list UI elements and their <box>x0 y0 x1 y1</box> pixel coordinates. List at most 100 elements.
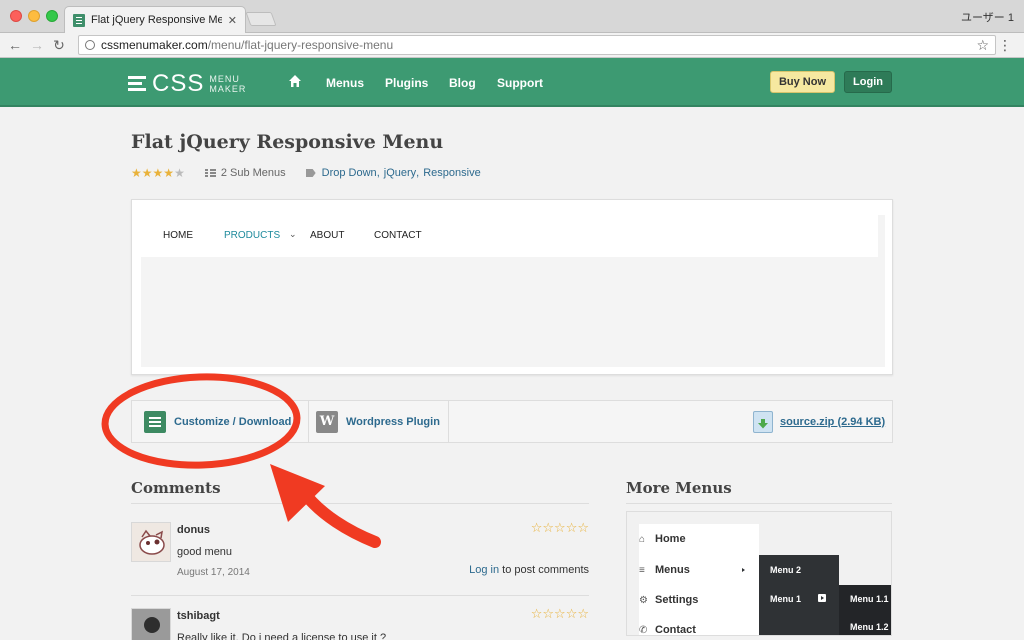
wordpress-plugin-button[interactable]: W Wordpress Plugin <box>316 401 440 442</box>
login-link[interactable]: Log in <box>469 564 499 576</box>
sample-menu-label: Home <box>655 533 686 545</box>
star-icon: ★ <box>141 166 153 180</box>
more-menu-preview[interactable]: ⌂ Home ≡ Menus ⚙ Settings ✆ Contact Menu 2 M… <box>626 511 892 636</box>
sub-menus-count: 2 Sub Menus <box>220 167 286 179</box>
logo-text: CSS <box>152 70 205 97</box>
profile-user-label[interactable]: ユーザー 1 <box>961 9 1014 25</box>
page-info-icon[interactable] <box>85 40 95 50</box>
demo-item-contact[interactable]: CONTACT <box>374 230 422 241</box>
sample-menu-label: Menus <box>655 564 690 576</box>
demo-item-home[interactable]: HOME <box>163 230 193 241</box>
sample-menu-item-settings: ⚙ Settings <box>639 594 698 606</box>
comment-author[interactable]: donus <box>177 524 210 536</box>
star-icon: ★ <box>131 166 142 180</box>
tab-title: Flat jQuery Responsive Menu | <box>91 14 222 26</box>
download-icon <box>753 410 773 433</box>
sample-submenu-label: Menu 1.1 <box>850 594 889 604</box>
close-window-button[interactable] <box>10 10 22 22</box>
nav-plugins[interactable]: Plugins <box>385 76 428 90</box>
nav-support[interactable]: Support <box>497 76 543 90</box>
minimize-window-button[interactable] <box>28 10 40 22</box>
sample-menu-item-contact: ✆ Contact <box>639 624 696 636</box>
star-icon: ☆ <box>577 520 589 535</box>
source-zip-label: source.zip (2.94 KB) <box>780 415 886 428</box>
chevron-down-icon: ⌄ <box>289 229 297 239</box>
tag-icon <box>305 169 316 177</box>
sample-submenu-label: Menu 1.2 <box>850 622 889 632</box>
home-icon: ⌂ <box>639 533 646 545</box>
logo-subtext-bottom: MAKER <box>209 84 247 94</box>
tag-link-responsive[interactable]: Responsive <box>423 167 480 179</box>
bookmark-star-icon[interactable]: ☆ <box>976 37 989 54</box>
browser-toolbar: ← → ↻ cssmenumaker.com /menu/flat-jquery… <box>0 33 1024 58</box>
site-logo[interactable]: CSS MENU MAKER <box>128 70 246 98</box>
tag-link-jquery[interactable]: jQuery <box>384 167 416 179</box>
rating-stars[interactable]: ★ ★ ★ ★ ★ <box>131 167 185 179</box>
zoom-window-button[interactable] <box>46 10 58 22</box>
forward-arrow-icon[interactable]: → <box>28 36 46 54</box>
comment-text: Really like it. Do i need a license to u… <box>177 632 387 640</box>
submenu-arrow-icon <box>818 594 826 602</box>
tag-separator: , <box>376 167 380 179</box>
divider <box>626 503 892 504</box>
avatar <box>131 608 171 640</box>
comment-item: donus good menu August 17, 2014 ☆ ☆ ☆ ☆ … <box>131 520 589 592</box>
star-icon: ★ <box>174 166 185 180</box>
nav-blog[interactable]: Blog <box>449 76 476 90</box>
sample-submenu-label: Menu 2 <box>770 565 802 575</box>
nav-menus[interactable]: Menus <box>326 76 364 90</box>
menu-meta-row: ★ ★ ★ ★ ★ 2 Sub Menus Drop Down, jQuery,… <box>131 167 481 179</box>
menu-builder-icon <box>144 410 166 433</box>
browser-menu-icon[interactable]: ⋮ <box>998 37 1012 54</box>
star-icon: ☆ <box>577 606 589 621</box>
star-icon: ☆ <box>554 606 566 621</box>
comment-rating-stars: ☆ ☆ ☆ ☆ ☆ <box>531 606 589 621</box>
sample-menu-label: Settings <box>655 594 699 606</box>
star-icon: ☆ <box>565 606 578 621</box>
gear-icon: ⚙ <box>639 594 648 606</box>
wordpress-icon: W <box>316 410 338 433</box>
address-bar[interactable]: cssmenumaker.com /menu/flat-jquery-respo… <box>78 35 996 55</box>
star-icon: ☆ <box>565 520 578 535</box>
submenu-arrow-icon <box>739 566 747 574</box>
login-suffix: to post comments <box>499 564 589 576</box>
demo-menu-bar: HOME PRODUCTS ⌄ ABOUT CONTACT <box>139 215 878 257</box>
url-path: /menu/flat-jquery-responsive-menu <box>207 38 394 52</box>
hamburger-icon: ≡ <box>639 564 645 576</box>
customize-download-button[interactable]: Customize / Download <box>144 401 291 442</box>
browser-tab-bar: Flat jQuery Responsive Menu | ✕ ユーザー 1 <box>0 0 1024 33</box>
source-zip-link[interactable]: source.zip (2.94 KB) <box>753 401 885 442</box>
new-tab-button[interactable] <box>245 12 277 26</box>
url-host: cssmenumaker.com <box>101 38 208 52</box>
download-toolbar: Customize / Download W Wordpress Plugin … <box>131 400 893 443</box>
tag-separator: , <box>416 167 420 179</box>
back-arrow-icon[interactable]: ← <box>6 36 24 54</box>
menu-preview: HOME PRODUCTS ⌄ ABOUT CONTACT <box>131 199 893 375</box>
star-icon: ★ <box>163 166 175 180</box>
browser-tab[interactable]: Flat jQuery Responsive Menu | ✕ <box>64 6 246 33</box>
comment-rating-stars: ☆ ☆ ☆ ☆ ☆ <box>530 520 589 535</box>
reload-icon[interactable]: ↻ <box>50 36 68 54</box>
tab-close-icon[interactable]: ✕ <box>228 14 237 27</box>
customize-download-label: Customize / Download <box>174 415 292 428</box>
sample-menu-label: Contact <box>655 624 696 636</box>
login-button[interactable]: Login <box>844 71 892 93</box>
comment-text: good menu <box>177 546 233 558</box>
site-header: CSS MENU MAKER Menus Plugins Blog Suppor… <box>0 58 1024 107</box>
logo-icon <box>128 74 146 94</box>
phone-icon: ✆ <box>639 624 648 636</box>
buy-now-button[interactable]: Buy Now <box>770 71 835 93</box>
star-icon: ★ <box>152 166 164 180</box>
list-icon <box>204 169 216 177</box>
tag-link-drop-down[interactable]: Drop Down <box>322 167 377 179</box>
demo-item-about[interactable]: ABOUT <box>310 230 344 241</box>
more-menus-heading: More Menus <box>626 479 732 497</box>
star-icon: ☆ <box>530 520 543 535</box>
comment-date: August 17, 2014 <box>177 567 250 578</box>
demo-item-products[interactable]: PRODUCTS <box>224 230 280 241</box>
star-icon: ☆ <box>542 606 555 621</box>
divider <box>131 595 589 596</box>
comment-author[interactable]: tshibagt <box>177 610 220 622</box>
home-icon[interactable] <box>288 74 302 88</box>
comment-item: tshibagt Really like it. Do i need a lic… <box>131 606 589 640</box>
